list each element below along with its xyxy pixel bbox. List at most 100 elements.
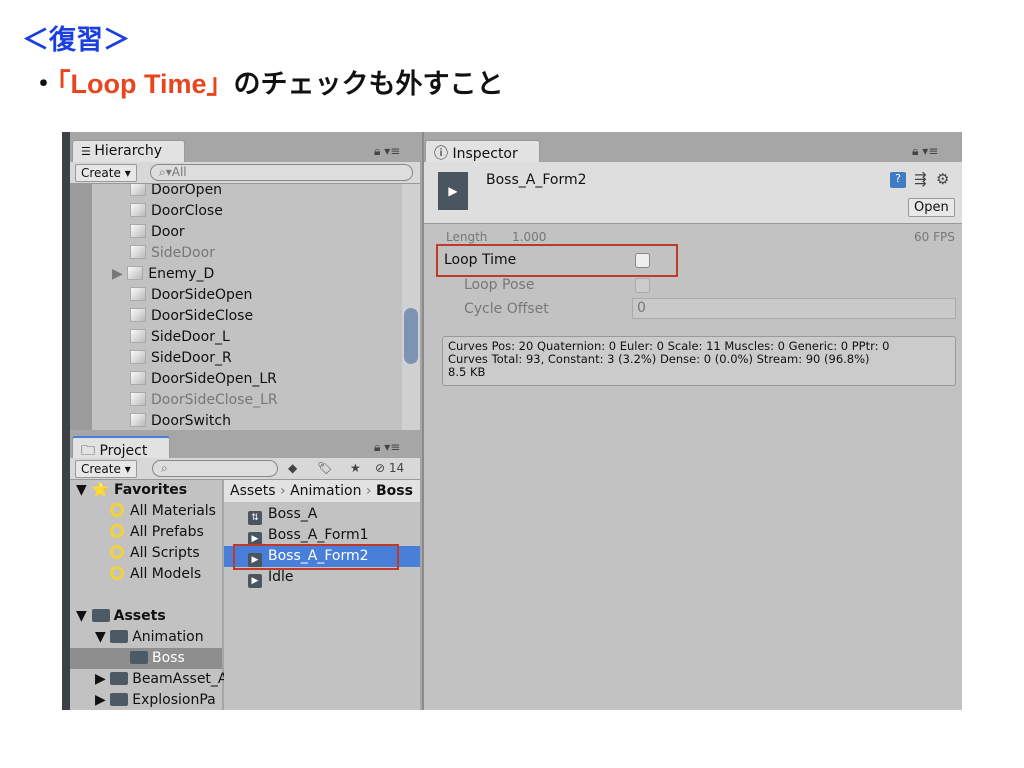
bullet-text: のチェックも外すこと [233, 69, 504, 99]
hierarchy-item[interactable]: SideDoor_R [130, 348, 232, 369]
favorite-item[interactable]: All Materials [110, 501, 216, 522]
search-icon [110, 566, 124, 580]
curves-info: Curves Pos: 20 Quaternion: 0 Euler: 0 Sc… [442, 336, 956, 386]
breadcrumb-animation[interactable]: Animation [290, 483, 361, 499]
lock-icon[interactable]: 🔒︎ ▾≡ [374, 440, 400, 455]
list-icon: ☰ [81, 145, 95, 158]
project-toolbar: Create ▾ ⌕ ◆ 🏷︎ ★ ⊘ 14 [70, 458, 420, 480]
project-files: Assets › Animation › Boss ⇅ Boss_A ▶ Boss_… [224, 480, 420, 710]
tree-boss[interactable]: Boss [70, 648, 222, 669]
hierarchy-item[interactable]: DoorSideClose_LR [130, 390, 278, 411]
search-icon [110, 524, 124, 538]
tab-project[interactable]: 🗀 Project [72, 436, 170, 459]
create-button[interactable]: Create ▾ [75, 460, 137, 478]
annotation-box [436, 244, 678, 277]
tree-favorites[interactable]: ▼ ⭐ Favorites [76, 480, 187, 501]
hierarchy-item[interactable]: DoorSideOpen_LR [130, 369, 277, 390]
gear-icon[interactable]: ⚙ [936, 170, 949, 188]
loop-pose-label: Loop Pose [464, 277, 535, 293]
inspector-body: Length 1.000 60 FPS Loop Time Loop Pose … [424, 224, 962, 710]
favorite-item[interactable]: All Models [110, 564, 201, 585]
file-boss-a-form1[interactable]: ▶ Boss_A_Form1 [248, 525, 369, 546]
asset-name: Boss_A_Form2 [486, 172, 587, 188]
search-icon [110, 503, 124, 517]
gutter [70, 184, 92, 430]
gameobject-icon [130, 203, 146, 217]
gameobject-icon [130, 413, 146, 427]
hierarchy-item[interactable]: DoorClose [130, 201, 223, 222]
help-icon[interactable]: ? [890, 172, 906, 188]
breadcrumb-boss[interactable]: Boss [376, 483, 413, 499]
length-value: 1.000 [512, 230, 547, 244]
create-button[interactable]: Create ▾ [75, 164, 137, 182]
folder-icon [110, 672, 129, 685]
breadcrumb-assets[interactable]: Assets [230, 483, 276, 499]
cycle-offset-field[interactable]: 0 [632, 298, 956, 319]
hierarchy-scrollbar[interactable] [402, 184, 420, 430]
cycle-offset-label: Cycle Offset [464, 301, 549, 317]
file-idle[interactable]: ▶ Idle [248, 567, 294, 588]
preset-icon[interactable]: ⇶ [914, 170, 927, 188]
gameobject-icon [130, 287, 146, 301]
file-boss-a[interactable]: ⇅ Boss_A [248, 504, 317, 525]
hierarchy-item[interactable]: DoorOpen [130, 184, 222, 201]
hierarchy-item[interactable]: Door [130, 222, 185, 243]
tree-animation[interactable]: ▼ Animation [95, 627, 204, 648]
filter-type-icon[interactable]: ◆ [288, 461, 297, 475]
animator-controller-icon: ⇅ [248, 511, 262, 525]
hierarchy-item[interactable]: ▶ Enemy_D [112, 264, 214, 285]
tab-hierarchy[interactable]: ☰ Hierarchy [72, 140, 185, 162]
tree-assets[interactable]: ▼ Assets [76, 606, 166, 627]
expand-arrow-icon[interactable]: ▶ [112, 266, 127, 282]
loop-pose-checkbox[interactable] [635, 278, 650, 293]
folder-icon [110, 630, 129, 643]
animation-clip-icon: ▶ [438, 172, 468, 210]
slide-title: ＜復習＞ [22, 25, 130, 55]
favorite-item[interactable]: All Scripts [110, 543, 200, 564]
info-icon: ⓘ [434, 146, 453, 162]
hierarchy-item[interactable]: DoorSideOpen [130, 285, 252, 306]
animation-clip-icon: ▶ [248, 574, 262, 588]
tree-beam[interactable]: ▶ BeamAsset_A [95, 669, 228, 690]
label-icon[interactable]: 🏷︎ [317, 461, 332, 475]
slide-bullet: ・「Loop Time」のチェックも外すこと [30, 62, 504, 101]
gameobject-icon [130, 184, 146, 196]
inspector-header: ▶ Boss_A_Form2 ? ⇶ ⚙ Open [424, 162, 962, 224]
hierarchy-toolbar: Create ▾ ⌕▾All [70, 162, 420, 184]
hidden-icon[interactable]: ⊘ 14 [375, 461, 404, 475]
tab-inspector[interactable]: ⓘ Inspector [425, 140, 540, 162]
left-edge [62, 132, 70, 710]
gameobject-icon [127, 266, 144, 280]
gameobject-icon [130, 371, 146, 385]
hierarchy-item[interactable]: DoorSideClose [130, 306, 253, 327]
fps-value: 60 FPS [914, 230, 955, 244]
open-button[interactable]: Open [908, 198, 955, 217]
hierarchy-item[interactable]: SideDoor_L [130, 327, 230, 348]
hierarchy-search[interactable]: ⌕▾All [150, 164, 413, 181]
lock-icon[interactable]: 🔒︎ ▾≡ [912, 144, 938, 159]
gameobject-icon [130, 329, 146, 343]
folder-icon [130, 651, 148, 664]
star-icon[interactable]: ★ [350, 461, 361, 475]
project-tree: ▼ ⭐ Favorites All Materials All Prefabs … [70, 480, 228, 710]
lock-icon[interactable]: 🔒︎ ▾≡ [374, 144, 400, 159]
hierarchy-list: DoorOpen DoorClose Door SideDoor ▶ Enemy_D Do… [92, 184, 402, 430]
tree-explosion[interactable]: ▶ ExplosionPa [95, 690, 216, 710]
gameobject-icon [130, 245, 146, 259]
unity-editor-screenshot: ☰ Hierarchy 🔒︎ ▾≡ Create ▾ ⌕▾All DoorOpe… [62, 132, 962, 710]
hierarchy-item[interactable]: SideDoor [130, 243, 215, 264]
gameobject-icon [130, 308, 146, 322]
bullet-marker: ・ [30, 69, 57, 99]
folder-icon [110, 693, 129, 706]
favorite-item[interactable]: All Prefabs [110, 522, 204, 543]
scroll-thumb[interactable] [404, 308, 418, 364]
bullet-highlight: 「Loop Time」 [57, 69, 234, 99]
folder-icon: 🗀 [81, 443, 100, 459]
info-line: Curves Total: 93, Constant: 3 (3.2%) Den… [448, 352, 870, 366]
breadcrumb: Assets › Animation › Boss [224, 480, 420, 502]
hierarchy-item[interactable]: DoorSwitch [130, 411, 231, 430]
gameobject-icon [130, 224, 146, 238]
project-search[interactable]: ⌕ [152, 460, 278, 477]
folder-icon [91, 609, 110, 622]
search-icon [110, 545, 124, 559]
